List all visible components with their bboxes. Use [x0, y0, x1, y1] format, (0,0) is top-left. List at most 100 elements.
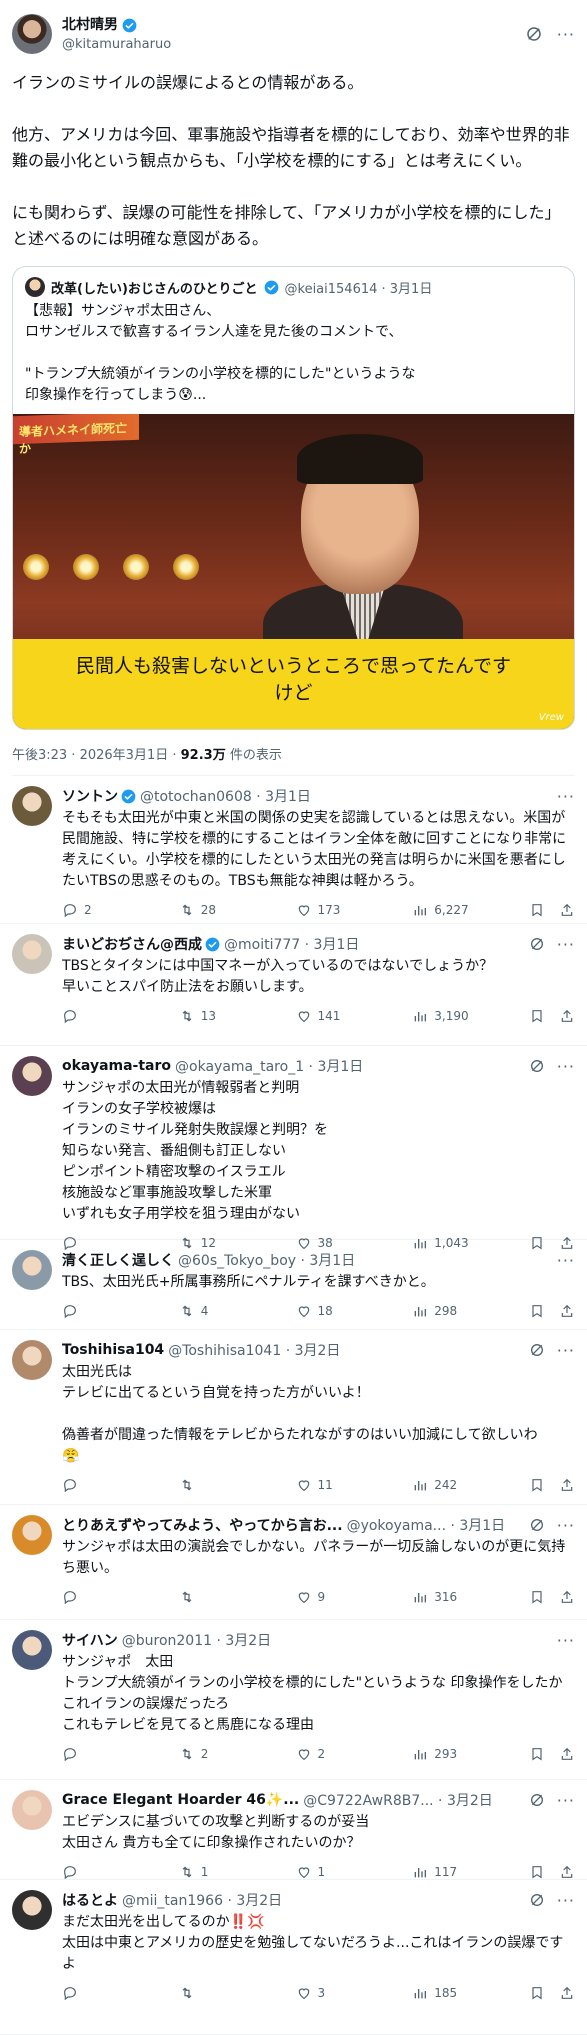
- views-button[interactable]: 6,227: [412, 902, 472, 918]
- avatar[interactable]: [12, 1630, 52, 1670]
- retweet-button[interactable]: 2: [179, 1746, 239, 1762]
- avatar[interactable]: [12, 934, 52, 974]
- reply-handle-date[interactable]: @yokoyama... · 3月1日: [347, 1515, 523, 1535]
- grok-icon[interactable]: [529, 1792, 545, 1808]
- avatar[interactable]: [12, 1790, 52, 1830]
- bookmark-icon[interactable]: [529, 1589, 545, 1605]
- more-options-icon[interactable]: ···: [557, 935, 575, 954]
- share-icon[interactable]: [559, 1303, 575, 1319]
- reply-button[interactable]: [62, 1303, 122, 1319]
- retweet-button[interactable]: [179, 1477, 239, 1493]
- views-button[interactable]: 185: [412, 1985, 472, 2001]
- reply-author-name[interactable]: はるとよ: [62, 1890, 118, 1910]
- reply-author-name[interactable]: Toshihisa104: [62, 1342, 164, 1358]
- more-options-icon[interactable]: ···: [557, 25, 575, 44]
- reply-item[interactable]: まいどおぢさん@西成 @moiti777 · 3月1日 ··· TBSとタイタンには中…: [0, 924, 587, 1046]
- like-button[interactable]: 9: [296, 1589, 356, 1605]
- reply-handle-date[interactable]: @moiti777 · 3月1日: [224, 934, 523, 954]
- views-button[interactable]: 293: [412, 1746, 472, 1762]
- bookmark-icon[interactable]: [529, 902, 545, 918]
- reply-button[interactable]: [62, 1589, 122, 1605]
- reply-handle-date[interactable]: @buron2011 · 3月2日: [122, 1630, 551, 1650]
- more-options-icon[interactable]: ···: [557, 787, 575, 806]
- grok-icon[interactable]: [529, 936, 545, 952]
- share-icon[interactable]: [559, 1985, 575, 2001]
- reply-item[interactable]: okayama-taro @okayama_taro_1 · 3月1日 ··· サンジ…: [0, 1046, 587, 1251]
- like-button[interactable]: 1: [296, 1864, 356, 1880]
- author-name-row[interactable]: 北村晴男: [62, 16, 137, 35]
- retweet-button[interactable]: 1: [179, 1864, 239, 1880]
- more-options-icon[interactable]: ···: [557, 1891, 575, 1910]
- retweet-button[interactable]: [179, 1985, 239, 2001]
- quoted-video-thumbnail[interactable]: 導者ハメネイ師死亡か 民間人も殺害しないというところで思ってたんです けど Vr…: [13, 414, 574, 729]
- like-button[interactable]: 11: [296, 1477, 356, 1493]
- reply-author-name[interactable]: Grace Elegant Hoarder 46✨...: [62, 1792, 299, 1808]
- grok-icon[interactable]: [525, 25, 543, 43]
- views-button[interactable]: 3,190: [412, 1008, 472, 1024]
- reply-handle-date[interactable]: @okayama_taro_1 · 3月1日: [175, 1056, 523, 1076]
- reply-author-name[interactable]: okayama-taro: [62, 1058, 171, 1074]
- share-icon[interactable]: [559, 1864, 575, 1880]
- more-options-icon[interactable]: ···: [557, 1516, 575, 1535]
- share-icon[interactable]: [559, 902, 575, 918]
- share-icon[interactable]: [559, 1477, 575, 1493]
- views-button[interactable]: 316: [412, 1589, 472, 1605]
- more-options-icon[interactable]: ···: [557, 1341, 575, 1360]
- author-handle[interactable]: @kitamuraharuo: [62, 35, 525, 54]
- reply-handle-date[interactable]: @C9722AwR8B7... · 3月2日: [303, 1790, 523, 1810]
- author-name[interactable]: 北村晴男: [62, 16, 118, 35]
- reply-button[interactable]: [62, 1746, 122, 1762]
- bookmark-icon[interactable]: [529, 1864, 545, 1880]
- bookmark-icon[interactable]: [529, 1746, 545, 1762]
- retweet-button[interactable]: 13: [179, 1008, 239, 1024]
- reply-handle-date[interactable]: @Toshihisa1041 · 3月2日: [168, 1340, 523, 1360]
- reply-author-name[interactable]: ソントン: [62, 786, 118, 806]
- views-button[interactable]: 242: [412, 1477, 472, 1493]
- reply-button[interactable]: [62, 1477, 122, 1493]
- timestamp-text[interactable]: 午後3:23 · 2026年3月1日 ·: [12, 748, 181, 763]
- avatar[interactable]: [12, 1890, 52, 1930]
- avatar[interactable]: [12, 1250, 52, 1290]
- reply-item[interactable]: Grace Elegant Hoarder 46✨... @C9722AwR8B7…: [0, 1780, 587, 1880]
- like-button[interactable]: 18: [296, 1303, 356, 1319]
- more-options-icon[interactable]: ···: [557, 1631, 575, 1650]
- reply-item[interactable]: はるとよ @mii_tan1966 · 3月2日 ··· まだ太田光を出してるのか‼️…: [0, 1880, 587, 2035]
- reply-button[interactable]: [62, 1008, 122, 1024]
- grok-icon[interactable]: [529, 1342, 545, 1358]
- like-button[interactable]: 141: [296, 1008, 356, 1024]
- reply-button[interactable]: 2: [62, 902, 122, 918]
- retweet-button[interactable]: [179, 1589, 239, 1605]
- share-icon[interactable]: [559, 1008, 575, 1024]
- bookmark-icon[interactable]: [529, 1985, 545, 2001]
- reply-item[interactable]: Toshihisa104 @Toshihisa1041 · 3月2日 ··· 太田光氏…: [0, 1330, 587, 1505]
- reply-author-name[interactable]: まいどおぢさん@西成: [62, 934, 202, 954]
- reply-item[interactable]: 清く正しく逞しく @60s_Tokyo_boy · 3月1日 ··· TBS、太田光氏…: [0, 1240, 587, 1330]
- like-button[interactable]: 2: [296, 1746, 356, 1762]
- reply-handle-date[interactable]: @60s_Tokyo_boy · 3月1日: [178, 1250, 551, 1270]
- grok-icon[interactable]: [529, 1892, 545, 1908]
- views-button[interactable]: 117: [412, 1864, 472, 1880]
- avatar[interactable]: [12, 1340, 52, 1380]
- reply-author-name[interactable]: 清く正しく逞しく: [62, 1250, 174, 1270]
- like-button[interactable]: 173: [296, 902, 356, 918]
- more-options-icon[interactable]: ···: [557, 1057, 575, 1076]
- bookmark-icon[interactable]: [529, 1303, 545, 1319]
- reply-author-name[interactable]: とりあえずやってみよう、やってから言お...: [62, 1515, 343, 1535]
- share-icon[interactable]: [559, 1746, 575, 1762]
- more-options-icon[interactable]: ···: [557, 1791, 575, 1810]
- grok-icon[interactable]: [529, 1058, 545, 1074]
- quoted-post[interactable]: 改革(したい)おじさんのひとりごと @keiai154614 · 3月1日 【悲…: [12, 266, 575, 730]
- reply-item[interactable]: ソントン @totochan0608 · 3月1日 ··· そもそも太田光が中東と米国…: [0, 776, 587, 924]
- views-button[interactable]: 298: [412, 1303, 472, 1319]
- share-icon[interactable]: [559, 1589, 575, 1605]
- reply-handle-date[interactable]: @totochan0608 · 3月1日: [140, 786, 551, 806]
- reply-button[interactable]: [62, 1864, 122, 1880]
- reply-item[interactable]: サイハン @buron2011 · 3月2日 ··· サンジャポ 太田 トランプ大統領…: [0, 1620, 587, 1780]
- bookmark-icon[interactable]: [529, 1008, 545, 1024]
- bookmark-icon[interactable]: [529, 1477, 545, 1493]
- retweet-button[interactable]: 28: [179, 902, 239, 918]
- avatar[interactable]: [12, 14, 52, 54]
- grok-icon[interactable]: [529, 1517, 545, 1533]
- reply-author-name[interactable]: サイハン: [62, 1630, 118, 1650]
- avatar[interactable]: [12, 1056, 52, 1096]
